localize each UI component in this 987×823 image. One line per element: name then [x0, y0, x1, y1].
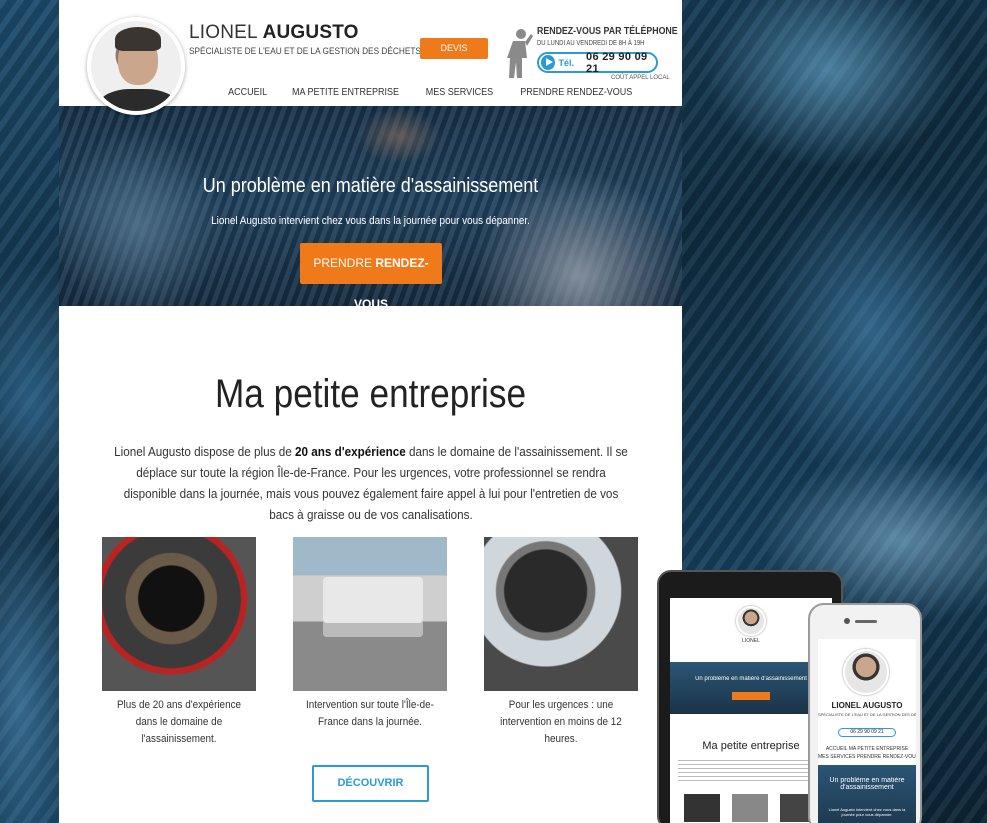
- nav-item-accueil[interactable]: ACCUEIL: [228, 87, 267, 98]
- card-caption: Intervention sur toute l'Île-de-France d…: [306, 699, 434, 728]
- main-nav: ACCUEIL MA PETITE ENTREPRISE MES SERVICE…: [226, 87, 639, 98]
- feature-card: Plus de 20 ans d'expérience dans le doma…: [102, 537, 256, 748]
- section-text-before: Lionel Augusto dispose de plus de: [114, 444, 296, 459]
- section-text: Lionel Augusto dispose de plus de 20 ans…: [110, 441, 632, 525]
- phone-hero-sub: Lionel Augusto intervient chez vous dans…: [828, 807, 906, 817]
- nav-item-rendez-vous[interactable]: PRENDRE RENDEZ-VOUS: [520, 87, 632, 98]
- nav-item-services[interactable]: MES SERVICES: [426, 87, 493, 98]
- brand-last-name: AUGUSTO: [262, 22, 359, 43]
- rdv-hours: DU LUNDI AU VENDREDI DE 8H À 19H: [537, 40, 645, 47]
- prendre-rendez-vous-button[interactable]: PRENDRE RENDEZ-VOUS: [300, 243, 442, 306]
- hero-banner: Un problème en matière d'assainissement …: [59, 106, 682, 306]
- card-caption: Plus de 20 ans d'expérience dans le doma…: [116, 699, 242, 745]
- website-page: LIONEL AUGUSTO SPÉCIALISTE DE L'EAU ET D…: [59, 0, 682, 823]
- section-title: Ma petite entreprise: [214, 372, 527, 416]
- avatar: [87, 17, 185, 115]
- phone-number: 06 29 90 09 21: [586, 50, 648, 75]
- card-caption: Pour les urgences : une intervention en …: [500, 699, 622, 745]
- truck-photo: [293, 537, 447, 691]
- nav-item-entreprise[interactable]: MA PETITE ENTREPRISE: [292, 87, 399, 98]
- play-icon: [541, 55, 555, 70]
- worker-icon: [507, 29, 533, 78]
- phone-nav-line2: MES SERVICES PRENDRE RENDEZ-VOUS: [818, 754, 916, 760]
- brand-name: LIONEL AUGUSTO: [189, 22, 441, 44]
- phone-hero: Un problème en matière d'assainissement …: [818, 765, 916, 823]
- hero-button-prefix: PRENDRE: [313, 256, 372, 270]
- feature-card: Pour les urgences : une intervention en …: [484, 537, 638, 748]
- brand-first-name: LIONEL: [189, 22, 258, 43]
- manhole-photo: [102, 537, 256, 691]
- brand-tagline: SPÉCIALISTE DE L'EAU ET DE LA GESTION DE…: [189, 46, 421, 56]
- phone-number-pill: 06 29 90 09 21: [838, 728, 896, 737]
- phone-brand: LIONEL AUGUSTO: [831, 701, 903, 710]
- section-text-bold: 20 ans d'expérience: [295, 444, 406, 459]
- phone-screen: LIONEL AUGUSTO SPÉCIALISTE DE L'EAU ET D…: [818, 639, 916, 823]
- site-header: LIONEL AUGUSTO SPÉCIALISTE DE L'EAU ET D…: [59, 0, 682, 115]
- tel-label: Tél.: [558, 57, 575, 68]
- phone-nav-line1: ACCUEIL MA PETITE ENTREPRISE: [825, 746, 909, 752]
- decouvrir-button[interactable]: DÉCOUVRIR: [312, 765, 429, 802]
- phone-call-button[interactable]: Tél. 06 29 90 09 21: [537, 50, 658, 75]
- hero-subtitle: Lionel Augusto intervient chez vous dans…: [211, 215, 530, 227]
- devis-gratuit-button[interactable]: DEVIS GRATUIT: [420, 38, 488, 74]
- hero-title: Un problème en matière d'assainissement: [202, 175, 539, 197]
- cost-note: COÛT APPEL LOCAL: [611, 75, 670, 81]
- worker-in-sewer-photo: [484, 537, 638, 691]
- rdv-title: RENDEZ-VOUS PAR TÉLÉPHONE: [537, 26, 678, 37]
- feature-card: Intervention sur toute l'Île-de-France d…: [293, 537, 447, 731]
- phone-hero-title: Un problème en matière d'assainissement: [829, 777, 905, 791]
- brand[interactable]: LIONEL AUGUSTO SPÉCIALISTE DE L'EAU ET D…: [189, 22, 441, 56]
- phone-tagline: SPÉCIALISTE DE L'EAU ET DE LA GESTION DE…: [818, 712, 916, 717]
- phone-mockup: LIONEL AUGUSTO SPÉCIALISTE DE L'EAU ET D…: [808, 603, 922, 823]
